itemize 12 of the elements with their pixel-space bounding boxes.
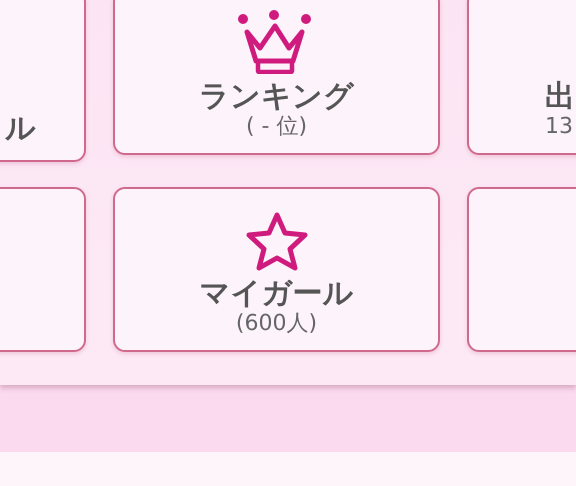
menu-tile[interactable]: 出 13 <box>467 0 576 155</box>
tile-detail: (600人) <box>236 312 318 336</box>
tile-detail: ( - 位) <box>246 114 308 139</box>
menu-tile[interactable]: ランキング ( - 位) <box>113 0 440 155</box>
star-icon <box>244 211 308 272</box>
tile-detail: 13 <box>545 114 573 139</box>
menu-tile[interactable]: マイガール (600人) <box>113 187 440 352</box>
tile-title: 出 <box>545 80 575 115</box>
tile-title: ランキング <box>199 80 354 115</box>
tile-title: マイガール <box>200 277 354 312</box>
menu-tile[interactable]: ル <box>0 0 86 162</box>
tile-title: ル <box>5 112 36 146</box>
